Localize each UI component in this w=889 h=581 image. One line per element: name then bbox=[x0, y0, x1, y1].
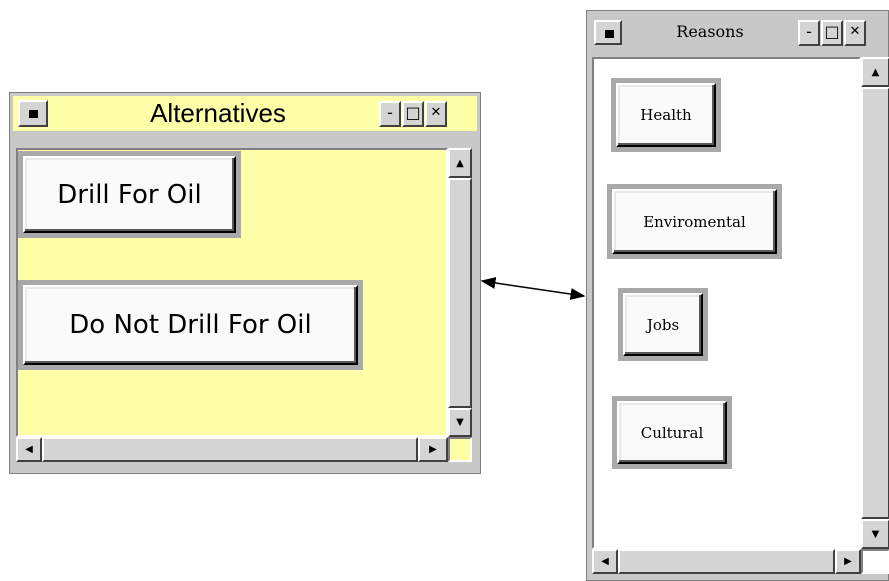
reasons-window[interactable]: Reasons - □ ✕ Health Enviromental Jobs C… bbox=[586, 10, 889, 581]
reasons-horizontal-scrollbar[interactable]: ◀ ▶ bbox=[592, 549, 861, 574]
alternatives-scroll-thumb-horizontal[interactable] bbox=[42, 437, 418, 462]
reasons-scroll-right-icon[interactable]: ▶ bbox=[835, 549, 861, 574]
reasons-title: Reasons bbox=[676, 22, 744, 41]
connector-arrow bbox=[480, 277, 586, 300]
reasons-item-health[interactable]: Health bbox=[611, 78, 721, 152]
reasons-resize-corner[interactable] bbox=[861, 549, 889, 574]
drill-for-oil-button[interactable]: Drill For Oil bbox=[23, 156, 236, 233]
reasons-close-button[interactable]: ✕ bbox=[844, 20, 866, 46]
alternatives-system-menu-button[interactable] bbox=[18, 100, 48, 127]
reasons-item-cultural[interactable]: Cultural bbox=[612, 396, 732, 469]
reasons-item-jobs[interactable]: Jobs bbox=[618, 288, 708, 361]
reasons-item-enviromental[interactable]: Enviromental bbox=[607, 184, 782, 259]
alternatives-maximize-button[interactable]: □ bbox=[402, 101, 424, 127]
health-button[interactable]: Health bbox=[616, 83, 716, 147]
alternatives-resize-corner[interactable] bbox=[448, 437, 472, 462]
enviromental-button[interactable]: Enviromental bbox=[612, 189, 777, 254]
alternatives-window[interactable]: Alternatives - □ ✕ Drill For Oil Do Not … bbox=[9, 92, 481, 474]
alternatives-item-drill[interactable]: Drill For Oil bbox=[18, 151, 241, 238]
cultural-button[interactable]: Cultural bbox=[617, 401, 727, 464]
alternatives-scroll-down-icon[interactable]: ▼ bbox=[448, 408, 472, 437]
reasons-scroll-left-icon[interactable]: ◀ bbox=[592, 549, 618, 574]
do-not-drill-for-oil-button[interactable]: Do Not Drill For Oil bbox=[23, 285, 358, 365]
reasons-scroll-up-icon[interactable]: ▲ bbox=[861, 57, 889, 87]
alternatives-close-button[interactable]: ✕ bbox=[425, 101, 447, 127]
reasons-titlebar[interactable]: Reasons - □ ✕ bbox=[590, 14, 885, 49]
reasons-minimize-button[interactable]: - bbox=[798, 20, 820, 46]
alternatives-scroll-right-icon[interactable]: ▶ bbox=[418, 437, 448, 462]
alternatives-scroll-left-icon[interactable]: ◀ bbox=[16, 437, 42, 462]
reasons-vertical-scrollbar[interactable]: ▲ ▼ bbox=[861, 57, 889, 549]
reasons-content-area: Health Enviromental Jobs Cultural bbox=[592, 57, 861, 549]
jobs-button[interactable]: Jobs bbox=[623, 293, 703, 356]
reasons-maximize-button[interactable]: □ bbox=[821, 20, 843, 46]
reasons-system-menu-button[interactable] bbox=[594, 20, 622, 45]
alternatives-minimize-button[interactable]: - bbox=[379, 101, 401, 127]
reasons-scroll-down-icon[interactable]: ▼ bbox=[861, 519, 889, 549]
alternatives-scroll-thumb[interactable] bbox=[448, 178, 472, 408]
alternatives-content-area: Drill For Oil Do Not Drill For Oil bbox=[16, 148, 448, 437]
alternatives-item-do-not-drill[interactable]: Do Not Drill For Oil bbox=[18, 280, 363, 370]
alternatives-horizontal-scrollbar[interactable]: ◀ ▶ bbox=[16, 437, 448, 462]
alternatives-scroll-up-icon[interactable]: ▲ bbox=[448, 148, 472, 178]
alternatives-vertical-scrollbar[interactable]: ▲ ▼ bbox=[448, 148, 472, 437]
alternatives-titlebar[interactable]: Alternatives - □ ✕ bbox=[13, 96, 477, 131]
reasons-scroll-thumb-horizontal[interactable] bbox=[618, 549, 835, 574]
reasons-scroll-thumb[interactable] bbox=[861, 87, 889, 519]
alternatives-title: Alternatives bbox=[150, 98, 286, 128]
